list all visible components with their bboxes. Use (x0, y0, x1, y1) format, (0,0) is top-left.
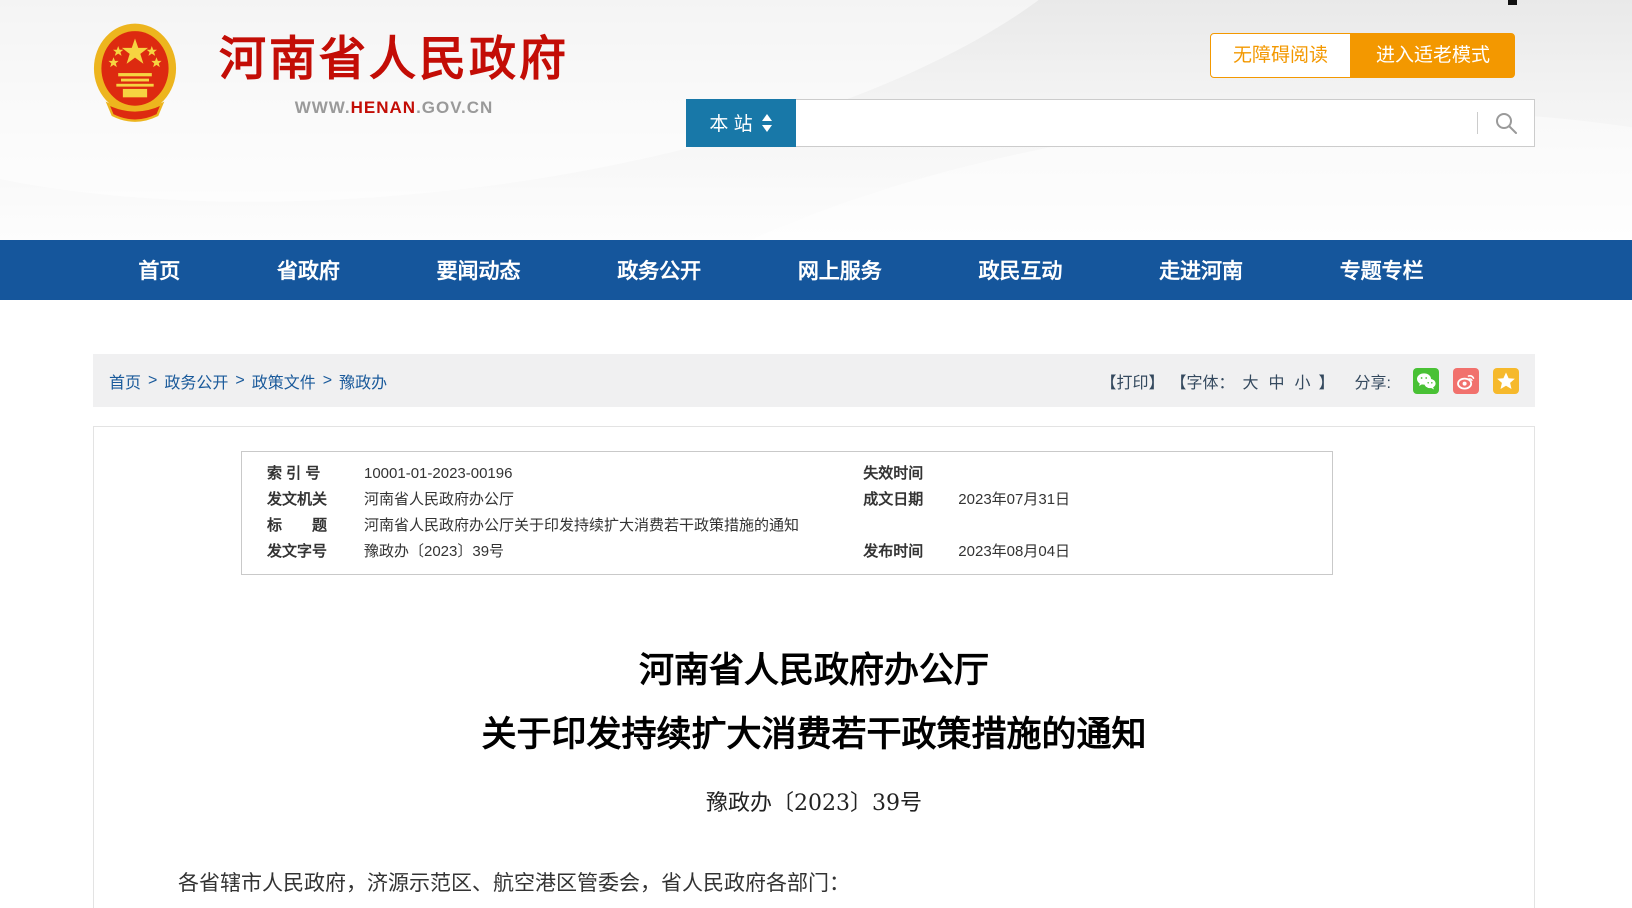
breadcrumb-policy-documents[interactable]: 政策文件 (252, 369, 316, 393)
nav-item-provincial-government[interactable]: 省政府 (277, 255, 340, 285)
nav-item-home[interactable]: 首页 (138, 255, 180, 285)
meta-publish-date-label: 发布时间 (863, 539, 958, 565)
document-number: 豫政办〔2023〕39号 (94, 785, 1534, 817)
nav-item-special-topics[interactable]: 专题专栏 (1340, 255, 1424, 285)
metadata-row: 标 题 河南省人民政府办公厅关于印发持续扩大消费若干政策措施的通知 (242, 513, 1332, 539)
document-title-line2: 关于印发持续扩大消费若干政策措施的通知 (94, 711, 1534, 758)
font-size-label-close: 】 (1319, 369, 1335, 393)
site-search-bar: 本 站 (686, 99, 1535, 147)
search-divider (1477, 112, 1478, 134)
search-input[interactable] (796, 100, 1477, 146)
page-toolbar: 【打印】 【字体： 大 中 小 】 分享: (1100, 368, 1519, 394)
meta-index-number-label: 索 引 号 (242, 461, 364, 487)
document-salutation: 各省辖市人民政府，济源示范区、航空港区管委会，省人民政府各部门： (94, 865, 1534, 903)
meta-title-label: 标 题 (242, 513, 364, 539)
meta-issuing-agency-label: 发文机关 (242, 487, 364, 513)
font-size-large-button[interactable]: 大 (1242, 369, 1258, 393)
search-icon[interactable] (1494, 111, 1518, 135)
metadata-row: 发文机关 河南省人民政府办公厅 成文日期 2023年07月31日 (242, 487, 1332, 513)
share-weibo-icon[interactable] (1453, 368, 1479, 394)
site-url: WWW.HENAN.GOV.CN (219, 98, 569, 118)
breadcrumb: 首页 > 政务公开 > 政策文件 > 豫政办 (109, 369, 387, 393)
share-favorite-star-icon[interactable] (1493, 368, 1519, 394)
breadcrumb-separator: > (235, 372, 244, 390)
metadata-row: 发文字号 豫政办〔2023〕39号 发布时间 2023年08月04日 (242, 539, 1332, 565)
main-navigation: 首页 省政府 要闻动态 政务公开 网上服务 政民互动 走进河南 专题专栏 (0, 240, 1632, 300)
nav-item-about-henan[interactable]: 走进河南 (1159, 255, 1243, 285)
screen-artifact (1508, 0, 1517, 5)
breadcrumb-home[interactable]: 首页 (109, 369, 141, 393)
chevron-updown-icon (761, 114, 773, 132)
nav-item-online-services[interactable]: 网上服务 (798, 255, 882, 285)
breadcrumb-yuzhengban[interactable]: 豫政办 (339, 369, 387, 393)
meta-title-value: 河南省人民政府办公厅关于印发持续扩大消费若干政策措施的通知 (364, 513, 799, 539)
share-wechat-icon[interactable] (1413, 368, 1439, 394)
font-size-label-open: 【字体： (1170, 369, 1234, 393)
nav-item-news[interactable]: 要闻动态 (437, 255, 521, 285)
meta-expiry-label: 失效时间 (863, 461, 958, 487)
font-size-small-button[interactable]: 小 (1295, 369, 1311, 393)
meta-publish-date-value: 2023年08月04日 (958, 539, 1070, 565)
metadata-row: 索 引 号 10001-01-2023-00196 失效时间 (242, 461, 1332, 487)
site-title: 河南省人民政府 (219, 34, 569, 86)
breadcrumb-separator: > (148, 372, 157, 390)
meta-issue-date-value: 2023年07月31日 (958, 487, 1070, 513)
breadcrumb-gov-affairs[interactable]: 政务公开 (164, 369, 228, 393)
accessibility-reading-button[interactable]: 无障碍阅读 (1210, 33, 1351, 78)
breadcrumb-separator: > (323, 372, 332, 390)
nav-item-public-interaction[interactable]: 政民互动 (978, 255, 1062, 285)
national-emblem-icon (93, 18, 177, 130)
breadcrumb-toolbar-bar: 首页 > 政务公开 > 政策文件 > 豫政办 【打印】 【字体： 大 中 小 】… (93, 354, 1535, 407)
meta-doc-number-value: 豫政办〔2023〕39号 (364, 539, 504, 565)
document-title-line1: 河南省人民政府办公厅 (94, 647, 1534, 694)
meta-index-number-value: 10001-01-2023-00196 (364, 461, 512, 487)
site-header: 河南省人民政府 WWW.HENAN.GOV.CN 无障碍阅读 进入适老模式 本 … (0, 0, 1632, 240)
meta-issue-date-label: 成文日期 (863, 487, 958, 513)
elder-mode-button[interactable]: 进入适老模式 (1351, 33, 1515, 78)
article-container: 索 引 号 10001-01-2023-00196 失效时间 发文机关 河南省人… (93, 426, 1535, 908)
meta-issuing-agency-value: 河南省人民政府办公厅 (364, 487, 514, 513)
meta-doc-number-label: 发文字号 (242, 539, 364, 565)
document-metadata-table: 索 引 号 10001-01-2023-00196 失效时间 发文机关 河南省人… (241, 451, 1333, 575)
site-logo[interactable]: 河南省人民政府 WWW.HENAN.GOV.CN (93, 18, 569, 130)
share-label: 分享: (1355, 369, 1391, 393)
nav-item-gov-affairs[interactable]: 政务公开 (617, 255, 701, 285)
font-size-medium-button[interactable]: 中 (1269, 369, 1285, 393)
search-scope-label: 本 站 (709, 109, 752, 136)
search-scope-dropdown[interactable]: 本 站 (686, 99, 796, 147)
print-button[interactable]: 【打印】 (1100, 369, 1164, 393)
